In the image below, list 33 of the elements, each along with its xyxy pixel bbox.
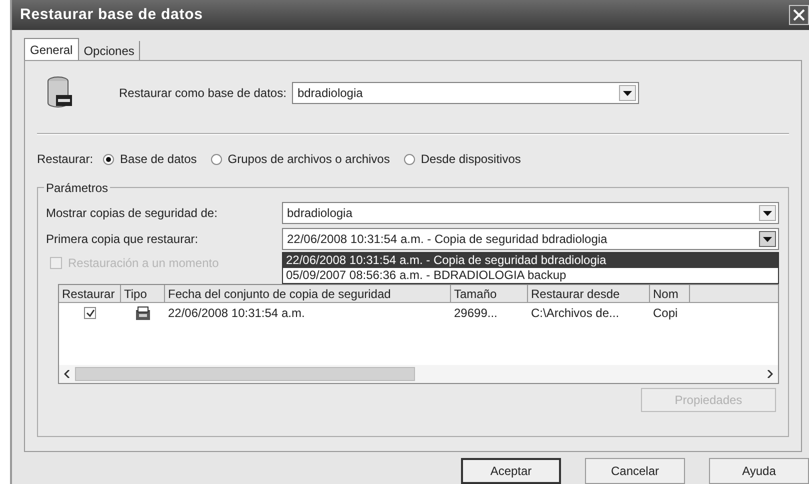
field-label: Mostrar copias de seguridad de: (46, 205, 218, 222)
field-label: Restaurar: (37, 151, 94, 168)
dropdown-option[interactable]: 22/06/2008 10:31:54 a.m. - Copia de seguridad bdradiologia (283, 253, 778, 268)
database-icon (47, 76, 73, 110)
backup-set-icon (135, 306, 151, 320)
dropdown-field[interactable]: bdradiologia (282, 202, 779, 224)
dialog-button[interactable]: Ayuda (709, 458, 809, 484)
radio-button[interactable]: Base de datos (103, 150, 197, 168)
radio-button[interactable]: Grupos de archivos o archivos (210, 150, 390, 168)
dropdown-field[interactable]: 22/06/2008 10:31:54 a.m. - Copia de seguridad bdradiologia (282, 228, 779, 250)
dialog-button[interactable]: Cancelar (585, 458, 685, 484)
dropdown-field[interactable]: bdradiologia (292, 82, 640, 104)
table-cell-text: 22/06/2008 10:31:54 a.m. (167, 305, 306, 322)
checkbox[interactable] (84, 307, 96, 319)
column-header[interactable]: Restaurar desde (528, 285, 650, 302)
column-header[interactable]: Tipo (121, 285, 165, 302)
table-cell-text: Copi (652, 305, 679, 322)
window-title: Restaurar base de datos (20, 4, 203, 25)
field-label: Restaurar como base de datos: (119, 85, 286, 102)
field-label: Primera copia que restaurar: (46, 231, 200, 248)
table-cell-text: C:\Archivos de... (530, 305, 620, 322)
close-icon[interactable] (789, 5, 809, 25)
table-cell-text: 29699... (453, 305, 498, 322)
tab[interactable]: General (24, 38, 79, 60)
horizontal-scrollbar[interactable] (59, 365, 778, 383)
column-header[interactable]: Tamaño (451, 285, 528, 302)
dialog-button[interactable]: Aceptar (461, 458, 561, 484)
column-header[interactable]: Nom (650, 285, 690, 302)
radio-button[interactable]: Desde dispositivos (404, 150, 521, 168)
column-header[interactable]: Fecha del conjunto de copia de seguridad (165, 285, 451, 302)
dropdown-option[interactable]: 05/09/2007 08:56:36 a.m. - BDRADIOLOGIA backup (283, 268, 778, 283)
column-header[interactable]: Restaurar (59, 285, 121, 302)
scroll-thumb[interactable] (75, 367, 415, 381)
